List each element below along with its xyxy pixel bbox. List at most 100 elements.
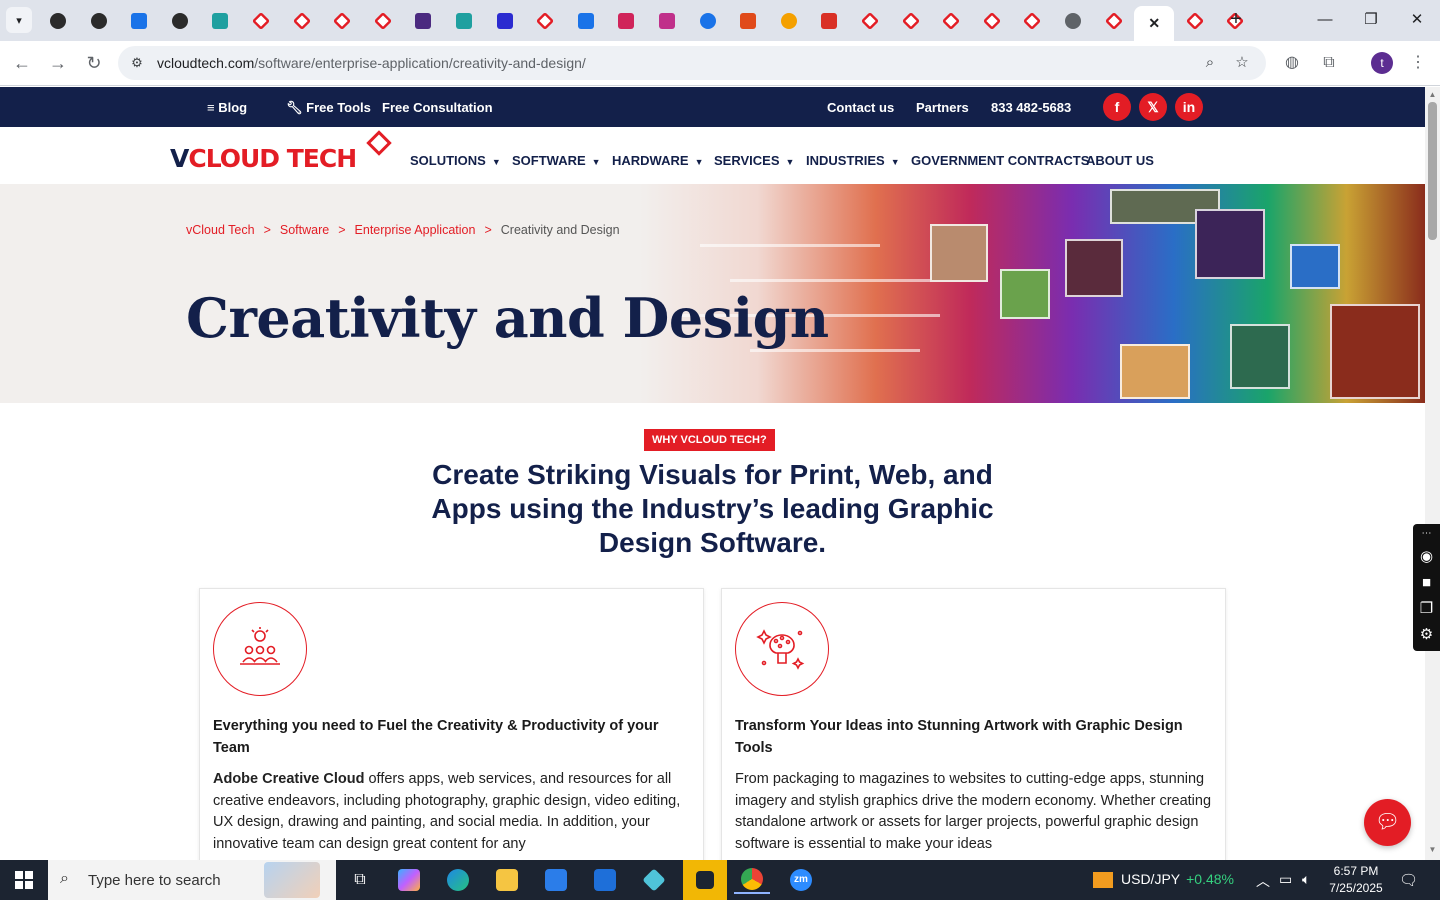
browser-tab[interactable] [1175, 6, 1215, 35]
pink-mark-icon [618, 12, 635, 29]
linkedin-icon[interactable]: in [1175, 93, 1203, 121]
minimize-button[interactable]: — [1310, 8, 1340, 32]
nav-item-services[interactable]: SERVICES ▼ [714, 153, 794, 168]
browser-tab[interactable] [850, 6, 890, 35]
scrollbar-thumb[interactable] [1428, 102, 1437, 240]
check-v-icon [415, 12, 432, 29]
url-text[interactable]: vcloudtech.com/software/enterprise-appli… [157, 55, 586, 71]
restore-button[interactable]: ❐ [1356, 8, 1386, 32]
translate-icon[interactable]: ◍ [1280, 51, 1304, 75]
browser-tab[interactable] [322, 6, 362, 35]
nav-item-software[interactable]: SOFTWARE ▼ [512, 153, 601, 168]
close-window-button[interactable]: ✕ [1402, 8, 1432, 32]
new-tab-button[interactable]: + [1224, 8, 1248, 32]
notification-icon[interactable]: 🗨︎ [1399, 871, 1418, 889]
task-view-icon[interactable]: ⧉ [342, 866, 378, 894]
start-button[interactable] [0, 860, 48, 900]
browser-tab[interactable] [444, 6, 484, 35]
nav-item-government-contracts[interactable]: GOVERNMENT CONTRACTS [911, 153, 1089, 168]
browser-tab[interactable] [931, 6, 971, 35]
back-button[interactable]: ← [10, 51, 34, 75]
browser-tab[interactable] [160, 6, 200, 35]
tab-search-button[interactable]: ▾ [6, 7, 32, 33]
browser-tab[interactable] [728, 6, 768, 35]
browser-tab[interactable] [525, 6, 565, 35]
stock-ticker-widget[interactable]: USD/JPY +0.48% [1093, 871, 1234, 889]
tab-active[interactable]: ✕ [1134, 6, 1175, 41]
bookmark-star-icon[interactable]: ☆ [1232, 53, 1252, 73]
browser-tab[interactable] [972, 6, 1012, 35]
scroll-down-arrow-icon[interactable]: ▼ [1428, 845, 1437, 854]
breadcrumb-enterprise[interactable]: Enterprise Application [355, 223, 476, 237]
nav-item-about-us[interactable]: ABOUT US [1086, 153, 1154, 168]
nav-item-hardware[interactable]: HARDWARE ▼ [612, 153, 703, 168]
volume-icon[interactable]: 🔈︎ [1302, 871, 1310, 888]
page-scrollbar[interactable]: ▲ ▼ [1425, 87, 1440, 860]
zoom-app-icon[interactable]: zm [783, 866, 819, 894]
address-bar[interactable]: ⚙ vcloudtech.com/software/enterprise-app… [118, 46, 1266, 80]
store-icon[interactable] [538, 866, 574, 894]
browser-tab[interactable] [809, 6, 849, 35]
browser-tab[interactable] [241, 6, 281, 35]
network-icon[interactable]: ▭ [1279, 871, 1292, 888]
browser-tab[interactable] [363, 6, 403, 35]
video-camera-icon[interactable]: ■ [1413, 570, 1440, 596]
ring-icon [780, 12, 797, 29]
close-tab-icon[interactable]: ✕ [1148, 15, 1160, 32]
site-logo[interactable]: VCLOUD TECH [170, 130, 392, 174]
browser-tab[interactable] [1012, 6, 1052, 35]
facebook-icon[interactable]: f [1103, 93, 1131, 121]
profile-avatar[interactable]: t [1371, 52, 1393, 74]
browser-tab[interactable] [647, 6, 687, 35]
browser-tab[interactable] [891, 6, 931, 35]
browser-tab[interactable] [79, 6, 119, 35]
settings-gear-icon[interactable]: ⚙ [1413, 622, 1440, 648]
edge-icon[interactable] [440, 866, 476, 894]
file-explorer-icon[interactable] [489, 866, 525, 894]
nav-item-solutions[interactable]: SOLUTIONS ▼ [410, 153, 501, 168]
chrome-icon[interactable] [734, 866, 770, 894]
site-info-icon[interactable]: ⚙ [128, 54, 146, 72]
browser-tab[interactable] [566, 6, 606, 35]
window-capture-icon[interactable]: ❐ [1413, 596, 1440, 622]
blog-link[interactable]: ≡ Blog [207, 100, 247, 115]
reload-button[interactable]: ↻ [82, 51, 106, 75]
app-diamond-icon[interactable] [636, 866, 672, 894]
browser-toolbar: ← → ↻ ⚙ vcloudtech.com/software/enterpri… [0, 41, 1440, 86]
camera-icon[interactable]: ◉ [1413, 544, 1440, 570]
scroll-up-arrow-icon[interactable]: ▲ [1428, 90, 1437, 99]
x-twitter-icon[interactable]: 𝕏 [1139, 93, 1167, 121]
copilot-icon[interactable] [391, 866, 427, 894]
browser-tab[interactable] [38, 6, 78, 35]
free-consultation-link[interactable]: Free Consultation [382, 100, 493, 115]
contact-link[interactable]: Contact us [827, 100, 894, 115]
breadcrumb-software[interactable]: Software [280, 223, 329, 237]
browser-tab[interactable] [688, 6, 728, 35]
taskbar-search[interactable]: ⌕ Type here to search [48, 860, 336, 900]
browser-tab[interactable] [282, 6, 322, 35]
system-clock[interactable]: 6:57 PM 7/25/2025 [1322, 863, 1390, 897]
chat-bubble-icon[interactable]: 💬︎ [1364, 799, 1411, 846]
extensions-icon[interactable]: ⧉ [1317, 51, 1341, 75]
partners-link[interactable]: Partners [916, 100, 969, 115]
clock-time: 6:57 PM [1333, 864, 1379, 878]
browser-tab[interactable] [769, 6, 809, 35]
phone-link[interactable]: 833 482-5683 [991, 100, 1071, 115]
browser-tab[interactable] [403, 6, 443, 35]
browser-tab[interactable] [119, 6, 159, 35]
browser-tab[interactable] [606, 6, 646, 35]
browser-tab[interactable] [1094, 6, 1134, 35]
zoom-icon[interactable]: ⌕ [1200, 53, 1220, 73]
forward-button[interactable]: → [46, 51, 70, 75]
breadcrumb-home[interactable]: vCloud Tech [186, 223, 255, 237]
mail-icon[interactable] [587, 866, 623, 894]
browser-tab[interactable] [1053, 6, 1093, 35]
toolbar-more-icon[interactable]: ⋯ [1413, 524, 1440, 544]
nav-item-industries[interactable]: INDUSTRIES ▼ [806, 153, 900, 168]
browser-tab[interactable] [200, 6, 240, 35]
sticky-notes-icon[interactable] [683, 860, 727, 900]
browser-tab[interactable] [485, 6, 525, 35]
free-tools-link[interactable]: 🔧︎ Free Tools [286, 100, 371, 116]
menu-kebab-icon[interactable]: ⋮ [1406, 51, 1430, 75]
tray-chevron-icon[interactable]: ︿ [1256, 871, 1270, 891]
